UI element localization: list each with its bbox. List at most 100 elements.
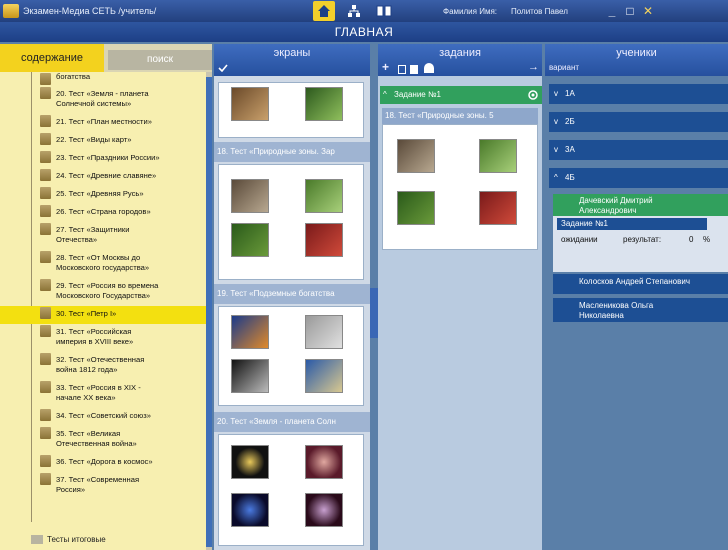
book-button[interactable] — [373, 1, 395, 21]
tree-item[interactable]: 32. Тест «Отечественная война 1812 года» — [0, 352, 206, 380]
chevron-down-icon: v — [554, 145, 558, 154]
screen-thumbnail — [231, 493, 269, 527]
contents-scrollbar[interactable] — [206, 72, 212, 550]
task-card-title[interactable]: 18. Тест «Природные зоны. 5 — [382, 108, 538, 124]
screen-title-bar[interactable]: 19. Тест «Подземные богатства — [214, 284, 370, 304]
tree-item[interactable]: 25. Тест «Древняя Русь» — [0, 186, 206, 204]
document-icon — [40, 279, 51, 291]
document-icon — [40, 115, 51, 127]
expanded-student-row[interactable]: Дачевский Дмитрий Александрович — [553, 194, 728, 216]
tree-item[interactable]: богатства — [0, 72, 206, 86]
task-row[interactable]: Задание №1 — [557, 218, 707, 230]
folder-label: Тесты итоговые — [47, 534, 106, 544]
contents-panel: содержание поиск богатства 20. Тест «Земл… — [0, 44, 212, 550]
task-header[interactable]: Задание №1 ^ — [380, 86, 542, 104]
minimize-button[interactable]: _ — [603, 2, 621, 20]
student-row[interactable]: Масленикова Ольга Николаевна — [553, 298, 728, 322]
document-icon — [40, 353, 51, 365]
tree-item[interactable]: 29. Тест «Россия во времена Московского … — [0, 278, 206, 306]
app-title: Экзамен-Медиа СЕТЬ /учитель/ — [23, 6, 157, 16]
tree-item[interactable]: 20. Тест «Земля - планета Солнечной сист… — [0, 86, 206, 114]
students-title: ученики — [616, 47, 657, 59]
gear-icon[interactable] — [528, 90, 538, 100]
screens-scrollbar[interactable] — [370, 76, 378, 550]
variant-label: вариант — [549, 63, 580, 72]
result-value: 0 — [689, 235, 694, 244]
tasks-header: задания + → — [378, 44, 542, 76]
tree-item[interactable]: 22. Тест «Виды карт» — [0, 132, 206, 150]
people-icon[interactable] — [424, 63, 434, 73]
tree-item-label: богатства — [56, 72, 91, 81]
tree-item-label: 23. Тест «Праздники России» — [56, 153, 160, 162]
task-thumbnail — [397, 191, 435, 225]
screen-card[interactable] — [218, 434, 364, 546]
user-label: Фамилия Имя: — [443, 6, 497, 16]
network-icon — [348, 5, 360, 17]
tree-item[interactable]: 36. Тест «Дорога в космос» — [0, 454, 206, 472]
app-window: Экзамен-Медиа СЕТЬ /учитель/ Фамилия Имя… — [0, 0, 728, 550]
scrollbar-thumb[interactable] — [370, 288, 378, 338]
screens-list: 18. Тест «Природные зоны. Зар 19. Тест «… — [214, 76, 370, 550]
scrollbar-thumb[interactable] — [206, 77, 212, 547]
tree-item[interactable]: 28. Тест «От Москвы до Московского госуд… — [0, 250, 206, 278]
document-icon — [40, 151, 51, 163]
screen-thumbnail — [231, 223, 269, 257]
screen-thumbnail — [305, 179, 343, 213]
tree-item-label: 26. Тест «Страна городов» — [56, 207, 151, 216]
paste-icon[interactable] — [410, 65, 418, 74]
document-icon — [40, 381, 51, 393]
screen-card[interactable] — [218, 82, 364, 138]
tree-item[interactable]: 26. Тест «Страна городов» — [0, 204, 206, 222]
tree-item[interactable]: 31. Тест «Российская империя в XVIII век… — [0, 324, 206, 352]
chevron-up-icon: ^ — [554, 173, 558, 182]
check-icon[interactable] — [218, 64, 228, 72]
screen-thumbnail — [305, 359, 343, 393]
arrow-right-icon[interactable]: → — [528, 61, 539, 73]
screens-title: экраны — [273, 47, 311, 59]
screen-card[interactable] — [218, 306, 364, 406]
copy-icon[interactable] — [398, 65, 406, 74]
tree-item[interactable]: 23. Тест «Праздники России» — [0, 150, 206, 168]
tree-item[interactable]: 30. Тест «Петр I» — [0, 306, 206, 324]
tree-item[interactable]: 21. Тест «План местности» — [0, 114, 206, 132]
screen-title-bar[interactable]: 18. Тест «Природные зоны. Зар — [214, 142, 370, 162]
document-icon — [40, 205, 51, 217]
tree-item[interactable]: 27. Тест «Защитники Отечества» — [0, 222, 206, 250]
close-button[interactable]: ✕ — [639, 2, 657, 20]
document-icon — [40, 307, 51, 319]
tree-item[interactable]: 34. Тест «Советский союз» — [0, 408, 206, 426]
chevron-down-icon: v — [554, 117, 558, 126]
result-label: результат: — [623, 235, 662, 244]
screens-panel: экраны 18. Тест «Природные зоны. Зар 19.… — [214, 44, 370, 550]
group-row[interactable]: v 2Б — [549, 112, 728, 132]
chevron-up-icon[interactable]: ^ — [383, 86, 387, 104]
plus-icon[interactable]: + — [382, 60, 389, 74]
title-bar: Экзамен-Медиа СЕТЬ /учитель/ Фамилия Имя… — [0, 0, 728, 22]
tree-item[interactable]: 33. Тест «Россия в XIX - начале XX века» — [0, 380, 206, 408]
task-thumbnail — [479, 191, 517, 225]
tree-item[interactable]: 35. Тест «Великая Отечественная война» — [0, 426, 206, 454]
group-row[interactable]: v 1А — [549, 84, 728, 104]
tree-item-label: 22. Тест «Виды карт» — [56, 135, 132, 144]
student-task-detail: Задание №1 ожидании результат: 0 % — [553, 216, 728, 272]
task-card[interactable] — [382, 124, 538, 250]
students-panel: ученики вариант v 1А v 2Б v 3А ^ 4Б Дачевски… — [545, 44, 728, 550]
maximize-button[interactable]: □ — [621, 2, 639, 20]
tree-item[interactable]: 37. Тест «Современная Россия» — [0, 472, 206, 500]
user-name: Политов Павел — [511, 6, 568, 16]
home-button[interactable] — [313, 1, 335, 21]
group-row[interactable]: ^ 4Б — [549, 168, 728, 188]
tab-search[interactable]: поиск — [108, 50, 212, 70]
tab-contents[interactable]: содержание — [0, 44, 104, 72]
tree-item[interactable]: 24. Тест «Древние славяне» — [0, 168, 206, 186]
student-row[interactable]: Колосков Андрей Степанович — [553, 274, 728, 294]
screen-thumbnail — [231, 445, 269, 479]
group-row[interactable]: v 3А — [549, 140, 728, 160]
document-icon — [40, 251, 51, 263]
tree-item-label: 33. Тест «Россия в XIX - начале XX века» — [56, 383, 141, 402]
contents-tree: богатства 20. Тест «Земля - планета Солне… — [0, 72, 206, 550]
tree-folder-final-tests[interactable]: Тесты итоговые — [31, 535, 106, 544]
screen-title-bar[interactable]: 20. Тест «Земля - планета Солн — [214, 412, 370, 432]
screen-card[interactable] — [218, 164, 364, 280]
network-button[interactable] — [343, 1, 365, 21]
